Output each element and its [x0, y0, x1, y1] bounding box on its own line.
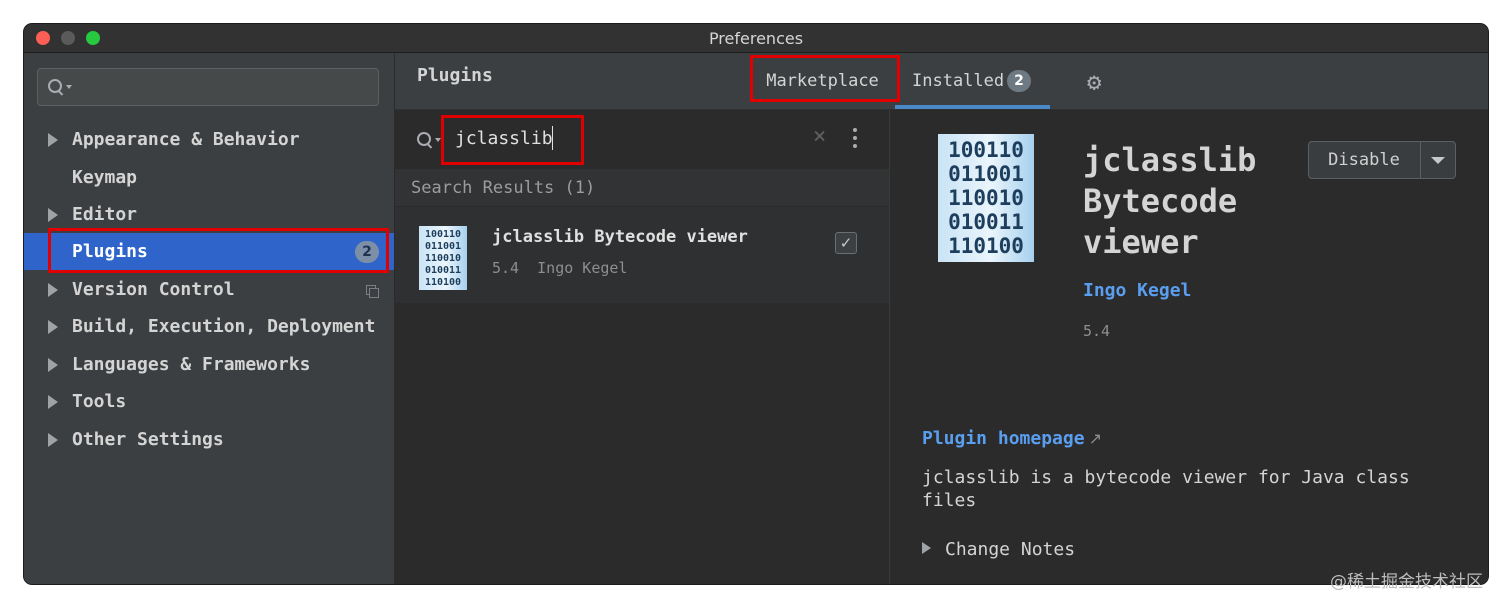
plugin-enabled-checkbox[interactable]: ✓ [835, 232, 857, 254]
watermark: @稀土掘金技术社区 [1330, 572, 1483, 592]
installed-count-badge: 2 [1007, 70, 1031, 92]
sidebar-item-appearance-behavior[interactable]: Appearance & Behavior [24, 121, 394, 158]
plugin-detail-title: jclasslib Bytecode viewer [1083, 141, 1257, 261]
plugin-result-version: 5.4 [492, 259, 520, 277]
plugin-result-name: jclasslib Bytecode viewer [492, 227, 748, 247]
plugin-result-meta: 5.4 Ingo Kegel [492, 259, 627, 277]
plugin-search-panel: jclasslib × Search Results (1) 100110 01… [395, 110, 890, 584]
copy-icon [366, 285, 379, 298]
tab-installed[interactable]: Installed 2 [895, 63, 1050, 109]
expand-arrow-icon [48, 395, 58, 409]
sidebar-item-languages-frameworks[interactable]: Languages & Frameworks [24, 346, 394, 383]
gear-icon[interactable]: ⚙ [1087, 70, 1111, 94]
sidebar-item-other-settings[interactable]: Other Settings [24, 421, 394, 458]
title-bar: Preferences [24, 24, 1488, 53]
expand-arrow-icon [48, 208, 58, 222]
sidebar-item-tools[interactable]: Tools [24, 383, 394, 420]
search-results-header: Search Results (1) [395, 170, 889, 206]
plugins-title: Plugins [417, 65, 493, 86]
highlight-search-input [441, 115, 584, 165]
expand-arrow-icon [48, 283, 58, 297]
highlight-marketplace-tab [750, 55, 900, 102]
plugin-result-vendor: Ingo Kegel [537, 259, 628, 277]
plugin-detail-logo-icon: 100110 011001 110010 010011 110100 [938, 134, 1034, 262]
sidebar-item-version-control[interactable]: Version Control [24, 271, 394, 308]
search-icon [417, 132, 441, 149]
sidebar-item-build-execution-deployment[interactable]: Build, Execution, Deployment [24, 308, 394, 345]
close-icon[interactable]: × [813, 124, 826, 149]
plugin-description: jclasslib is a bytecode viewer for Java … [922, 467, 1410, 511]
preferences-window: Preferences Appearance & Behavior Keymap… [24, 24, 1488, 584]
text-caret [552, 126, 553, 150]
disable-button[interactable]: Disable [1308, 141, 1456, 179]
plugins-header: Plugins Marketplace Installed 2 ⚙ [395, 53, 1488, 110]
plugin-vendor-link[interactable]: Ingo Kegel [1083, 280, 1191, 301]
plugin-homepage-link[interactable]: Plugin homepage ↗ [922, 428, 1102, 449]
change-notes-toggle[interactable]: Change Notes [922, 539, 1075, 560]
settings-sidebar: Appearance & Behavior Keymap Editor Plug… [24, 53, 395, 584]
plugin-logo-icon: 100110 011001 110010 010011 110100 [419, 226, 467, 290]
search-icon [48, 79, 72, 96]
expand-arrow-icon [48, 358, 58, 372]
sidebar-item-keymap[interactable]: Keymap [24, 159, 394, 196]
expand-arrow-icon [48, 133, 58, 147]
external-link-icon: ↗ [1088, 429, 1102, 448]
expand-arrow-icon [48, 320, 58, 334]
plugin-result-row[interactable]: 100110 011001 110010 010011 110100 jclas… [395, 207, 889, 303]
expand-arrow-icon [48, 433, 58, 447]
settings-search-input[interactable] [37, 68, 379, 106]
expand-arrow-icon [922, 542, 931, 554]
kebab-menu-icon[interactable] [853, 128, 857, 150]
window-title: Preferences [708, 29, 804, 48]
active-tab-indicator [895, 105, 1050, 109]
tab-installed-label: Installed [912, 71, 1005, 91]
disable-button-label: Disable [1328, 150, 1400, 170]
plugin-version: 5.4 [1083, 322, 1111, 340]
chevron-down-icon[interactable] [1431, 157, 1445, 164]
highlight-plugins-item [48, 228, 389, 273]
